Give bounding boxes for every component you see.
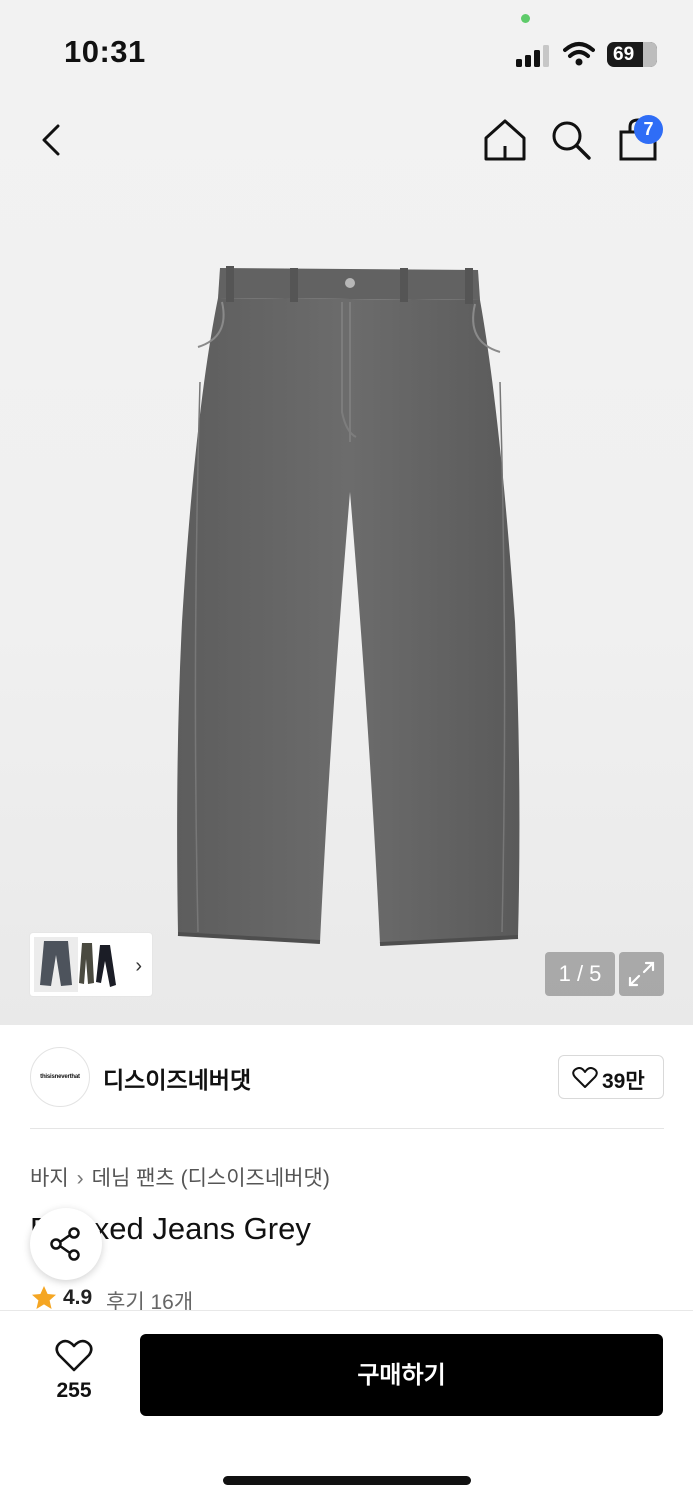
search-icon: [552, 121, 591, 160]
cart-count-badge: 7: [634, 115, 663, 144]
product-image[interactable]: [170, 262, 530, 952]
brand-like-count: 39만: [602, 1070, 645, 1093]
status-time: 10:31: [64, 34, 146, 69]
wishlist-count: 255: [56, 1379, 92, 1402]
breadcrumb-item-category[interactable]: 바지: [30, 1167, 69, 1190]
chevron-left-icon: [42, 124, 60, 156]
wishlist-button[interactable]: 255: [30, 1335, 118, 1415]
brand-logo-text: thisisneverthat: [40, 1074, 80, 1080]
brand-like-button[interactable]: 39만: [558, 1055, 664, 1099]
thumbnails-chevron-icon: ›: [135, 955, 142, 977]
expand-icon: [628, 961, 655, 987]
breadcrumb: 바지 › 데님 팬츠 (디스이즈네버댓): [30, 1162, 330, 1192]
heart-icon: [55, 1339, 93, 1372]
battery-indicator: 69: [607, 42, 657, 67]
status-bar: 10:31 69: [0, 0, 693, 100]
breadcrumb-item-subcategory[interactable]: 데님 팬츠 (디스이즈네버댓): [92, 1167, 330, 1190]
brand-logo[interactable]: thisisneverthat: [30, 1047, 90, 1107]
privacy-indicator: [521, 14, 530, 23]
expand-image-button[interactable]: [619, 952, 664, 996]
breadcrumb-separator: ›: [76, 1167, 84, 1190]
back-button[interactable]: [34, 120, 74, 160]
product-image-gallery[interactable]: 10:31 69 7 › 1 / 5: [0, 0, 693, 1025]
brand-name[interactable]: 디스이즈네버댓: [103, 1061, 251, 1095]
brand-row[interactable]: thisisneverthat 디스이즈네버댓 39만: [30, 1045, 664, 1110]
star-icon: [32, 1286, 56, 1309]
divider: [30, 1128, 664, 1129]
color-thumbnails[interactable]: ›: [30, 933, 152, 996]
share-button[interactable]: [30, 1208, 102, 1280]
image-counter: 1 / 5: [545, 952, 615, 996]
buy-button[interactable]: 구매하기: [140, 1334, 663, 1416]
wifi-icon: [563, 42, 595, 66]
thumbnail-images: [34, 937, 116, 992]
search-button[interactable]: [548, 116, 594, 164]
rating-value: 4.9: [63, 1286, 93, 1309]
signal-icon: [516, 45, 549, 67]
home-indicator[interactable]: [223, 1476, 471, 1485]
home-icon: [484, 119, 526, 161]
heart-icon: [572, 1067, 598, 1088]
bottom-action-bar: 255 구매하기: [0, 1310, 693, 1501]
battery-level: 69: [613, 44, 635, 65]
home-button[interactable]: [482, 116, 528, 164]
share-icon: [50, 1227, 80, 1261]
